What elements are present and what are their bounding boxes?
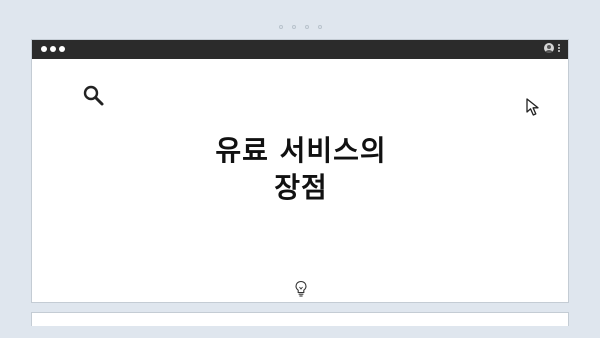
carousel-indicator: [0, 25, 600, 29]
search-icon: [83, 85, 104, 106]
window-controls: [41, 46, 65, 52]
page-title-line1: 유료 서비스의: [215, 134, 387, 167]
indicator-dot: [278, 25, 283, 29]
lightbulb-icon: [295, 280, 307, 297]
indicator-dot: [291, 25, 296, 29]
browser-window: 유료 서비스의 장점: [31, 39, 569, 303]
title-bar: [32, 40, 568, 59]
cursor-arrow-icon: [526, 98, 539, 116]
window-control-dot[interactable]: [41, 46, 47, 52]
more-vert-icon[interactable]: [558, 44, 560, 52]
profile-icon[interactable]: [544, 43, 554, 53]
next-slide-edge: [31, 312, 569, 326]
indicator-dot: [304, 25, 309, 29]
indicator-dot: [317, 25, 322, 29]
page-title-line2: 장점: [274, 171, 328, 204]
window-control-dot[interactable]: [59, 46, 65, 52]
title-bar-actions: [544, 43, 560, 53]
window-control-dot[interactable]: [50, 46, 56, 52]
page-title: 유료 서비스의 장점: [32, 132, 570, 206]
